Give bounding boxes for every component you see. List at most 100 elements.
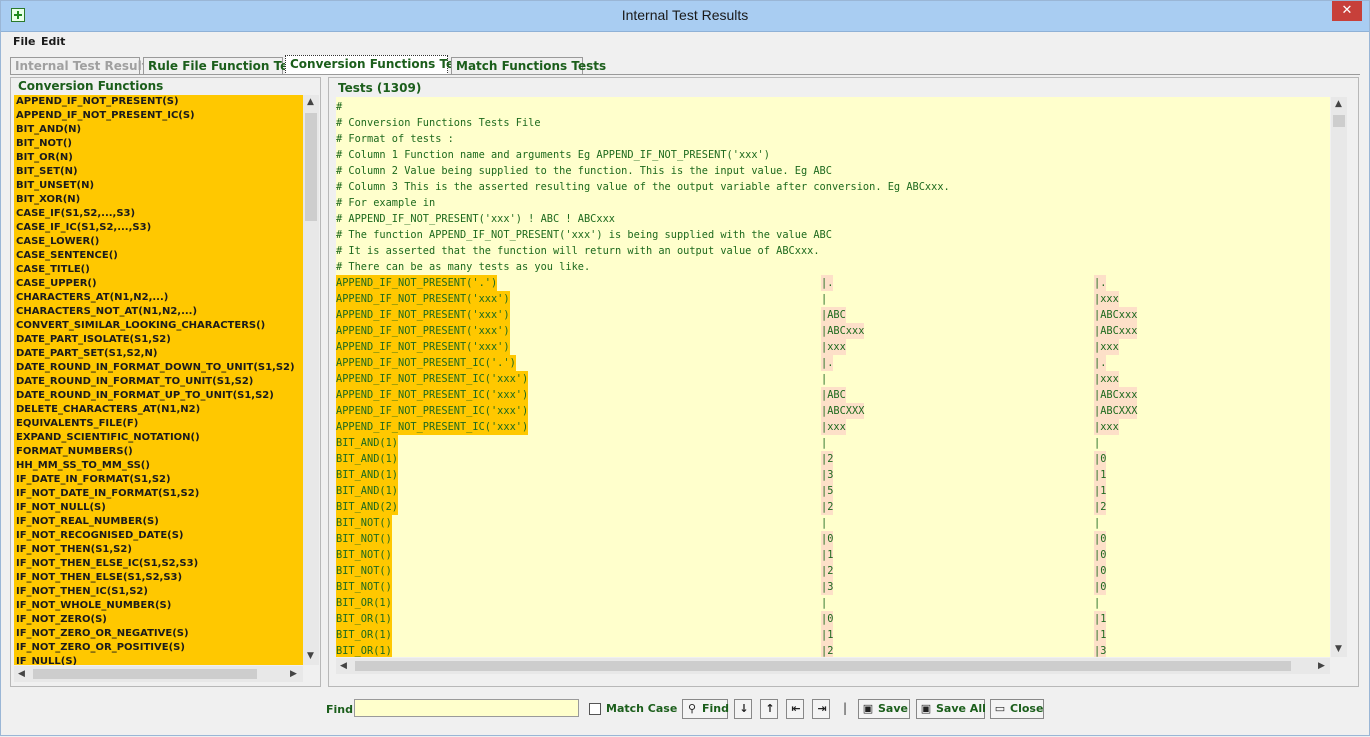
- close-button[interactable]: ▭ Close: [990, 699, 1044, 719]
- comment-line: # Column 2 Value being supplied to the f…: [336, 165, 832, 177]
- test-expected-cell: |0: [1094, 579, 1107, 595]
- function-list-item[interactable]: CHARACTERS_NOT_AT(N1,N2,...): [14, 305, 303, 319]
- function-list-item[interactable]: FORMAT_NUMBERS(): [14, 445, 303, 459]
- function-list-item[interactable]: BIT_UNSET(N): [14, 179, 303, 193]
- function-list-item[interactable]: IF_NOT_DATE_IN_FORMAT(S1,S2): [14, 487, 303, 501]
- tests-vscrollbar[interactable]: ▲ ▼: [1331, 97, 1347, 657]
- function-list-item[interactable]: CONVERT_SIMILAR_LOOKING_CHARACTERS(): [14, 319, 303, 333]
- function-list-item[interactable]: DATE_PART_SET(S1,S2,N): [14, 347, 303, 361]
- function-list-item[interactable]: CASE_IF(S1,S2,...,S3): [14, 207, 303, 221]
- find-last-button[interactable]: ⇥: [812, 699, 830, 719]
- tab-rule-file-function-tests[interactable]: Rule File Function Tests: [143, 57, 308, 75]
- function-list-item[interactable]: HH_MM_SS_TO_MM_SS(): [14, 459, 303, 473]
- test-input-cell: |0: [821, 611, 834, 627]
- scroll-left-icon[interactable]: ◀: [18, 669, 25, 679]
- find-button[interactable]: ⚲ Find: [682, 699, 729, 719]
- function-list-item[interactable]: IF_NOT_THEN_ELSE(S1,S2,S3): [14, 571, 303, 585]
- function-list-item[interactable]: IF_NOT_THEN_ELSE_IC(S1,S2,S3): [14, 557, 303, 571]
- function-list-vthumb[interactable]: [305, 113, 317, 221]
- scroll-right-icon[interactable]: ▶: [290, 669, 297, 679]
- test-input-cell: |5: [821, 483, 834, 499]
- test-input-cell: |3: [821, 467, 834, 483]
- function-list-item[interactable]: BIT_OR(N): [14, 151, 303, 165]
- test-input-cell: |xxx: [821, 339, 846, 355]
- function-list-hthumb[interactable]: [33, 669, 257, 679]
- function-list[interactable]: APPEND_IF_NOT_PRESENT(S) APPEND_IF_NOT_PR…: [14, 95, 303, 665]
- test-function-cell: APPEND_IF_NOT_PRESENT_IC('xxx'): [336, 403, 529, 419]
- scroll-up-icon[interactable]: ▲: [307, 97, 314, 107]
- find-first-button[interactable]: ⇤: [786, 699, 804, 719]
- test-input-cell: |: [821, 517, 828, 529]
- window-close-button[interactable]: ✕: [1332, 1, 1362, 21]
- tests-title: Tests (1309): [338, 81, 422, 95]
- test-expected-cell: |ABCXXX: [1094, 403, 1138, 419]
- save-button[interactable]: ▣ Save: [858, 699, 910, 719]
- function-list-item[interactable]: IF_NOT_ZERO_OR_POSITIVE(S): [14, 641, 303, 655]
- function-list-item[interactable]: IF_NULL(S): [14, 655, 303, 665]
- scroll-down-icon[interactable]: ▼: [1335, 644, 1342, 654]
- function-list-item[interactable]: IF_NOT_ZERO(S): [14, 613, 303, 627]
- tests-vthumb[interactable]: [1333, 115, 1345, 127]
- save-all-button[interactable]: ▣ Save All: [916, 699, 986, 719]
- tests-editor[interactable]: # # Conversion Functions Tests File # Form…: [336, 97, 1330, 657]
- function-list-item[interactable]: CASE_SENTENCE(): [14, 249, 303, 263]
- function-list-item[interactable]: BIT_AND(N): [14, 123, 303, 137]
- tab-internal-test-results[interactable]: Internal Test Results: [10, 57, 155, 75]
- find-previous-button[interactable]: ↑: [760, 699, 778, 719]
- function-list-item[interactable]: EXPAND_SCIENTIFIC_NOTATION(): [14, 431, 303, 445]
- match-case-checkbox[interactable]: [589, 703, 601, 715]
- function-list-item[interactable]: IF_NOT_WHOLE_NUMBER(S): [14, 599, 303, 613]
- function-list-item[interactable]: IF_NOT_ZERO_OR_NEGATIVE(S): [14, 627, 303, 641]
- function-list-item[interactable]: IF_NOT_REAL_NUMBER(S): [14, 515, 303, 529]
- test-expected-cell: |.: [1094, 355, 1107, 371]
- test-expected-cell: |xxx: [1094, 419, 1119, 435]
- tab-match-functions-tests[interactable]: Match Functions Tests: [451, 57, 606, 75]
- scroll-down-icon[interactable]: ▼: [307, 651, 314, 661]
- function-list-item[interactable]: EQUIVALENTS_FILE(F): [14, 417, 303, 431]
- function-list-item[interactable]: DATE_PART_ISOLATE(S1,S2): [14, 333, 303, 347]
- function-list-hscrollbar[interactable]: ◀ ▶: [14, 666, 303, 682]
- test-expected-cell: |3: [1094, 643, 1107, 657]
- function-list-item[interactable]: BIT_XOR(N): [14, 193, 303, 207]
- comment-line: #: [336, 101, 343, 113]
- function-list-item[interactable]: IF_NOT_THEN_IC(S1,S2): [14, 585, 303, 599]
- title-bar: Internal Test Results ✕: [1, 1, 1369, 32]
- match-case-label: Match Case: [606, 702, 678, 715]
- function-list-item[interactable]: IF_NOT_NULL(S): [14, 501, 303, 515]
- function-list-item[interactable]: IF_NOT_THEN(S1,S2): [14, 543, 303, 557]
- scroll-up-icon[interactable]: ▲: [1335, 99, 1342, 109]
- test-function-cell: APPEND_IF_NOT_PRESENT_IC('xxx'): [336, 419, 529, 435]
- binoculars-icon: ⚲: [687, 702, 697, 715]
- tab-conversion-functions-tests[interactable]: Conversion Functions Tests: [285, 55, 474, 75]
- find-input[interactable]: [354, 699, 579, 717]
- find-next-button[interactable]: ↓: [734, 699, 752, 719]
- folder-close-icon: ▭: [994, 702, 1006, 715]
- function-list-item[interactable]: DATE_ROUND_IN_FORMAT_TO_UNIT(S1,S2): [14, 375, 303, 389]
- test-function-cell: BIT_AND(2): [336, 499, 398, 515]
- tests-hscrollbar[interactable]: ◀ ▶: [336, 658, 1330, 674]
- function-list-item[interactable]: DATE_ROUND_IN_FORMAT_UP_TO_UNIT(S1,S2): [14, 389, 303, 403]
- function-list-item[interactable]: IF_DATE_IN_FORMAT(S1,S2): [14, 473, 303, 487]
- function-list-item[interactable]: CASE_IF_IC(S1,S2,...,S3): [14, 221, 303, 235]
- menu-file[interactable]: File: [13, 35, 36, 48]
- function-list-item[interactable]: CHARACTERS_AT(N1,N2,...): [14, 291, 303, 305]
- function-list-item[interactable]: DATE_ROUND_IN_FORMAT_DOWN_TO_UNIT(S1,S2): [14, 361, 303, 375]
- function-list-item[interactable]: DELETE_CHARACTERS_AT(N1,N2): [14, 403, 303, 417]
- menu-edit[interactable]: Edit: [41, 35, 65, 48]
- function-list-item[interactable]: CASE_UPPER(): [14, 277, 303, 291]
- test-function-cell: BIT_OR(1): [336, 595, 392, 611]
- scroll-right-icon[interactable]: ▶: [1318, 661, 1325, 671]
- test-function-cell: BIT_OR(1): [336, 643, 392, 657]
- function-list-item[interactable]: CASE_LOWER(): [14, 235, 303, 249]
- function-list-vscrollbar[interactable]: ▲ ▼: [303, 95, 319, 665]
- function-list-item[interactable]: BIT_SET(N): [14, 165, 303, 179]
- function-list-item[interactable]: IF_NOT_RECOGNISED_DATE(S): [14, 529, 303, 543]
- function-list-item[interactable]: APPEND_IF_NOT_PRESENT(S): [14, 95, 303, 109]
- tests-hthumb[interactable]: [355, 661, 1291, 671]
- test-function-cell: BIT_OR(1): [336, 611, 392, 627]
- function-list-item[interactable]: APPEND_IF_NOT_PRESENT_IC(S): [14, 109, 303, 123]
- function-list-item[interactable]: BIT_NOT(): [14, 137, 303, 151]
- test-input-cell: |.: [821, 275, 834, 291]
- scroll-left-icon[interactable]: ◀: [340, 661, 347, 671]
- function-list-item[interactable]: CASE_TITLE(): [14, 263, 303, 277]
